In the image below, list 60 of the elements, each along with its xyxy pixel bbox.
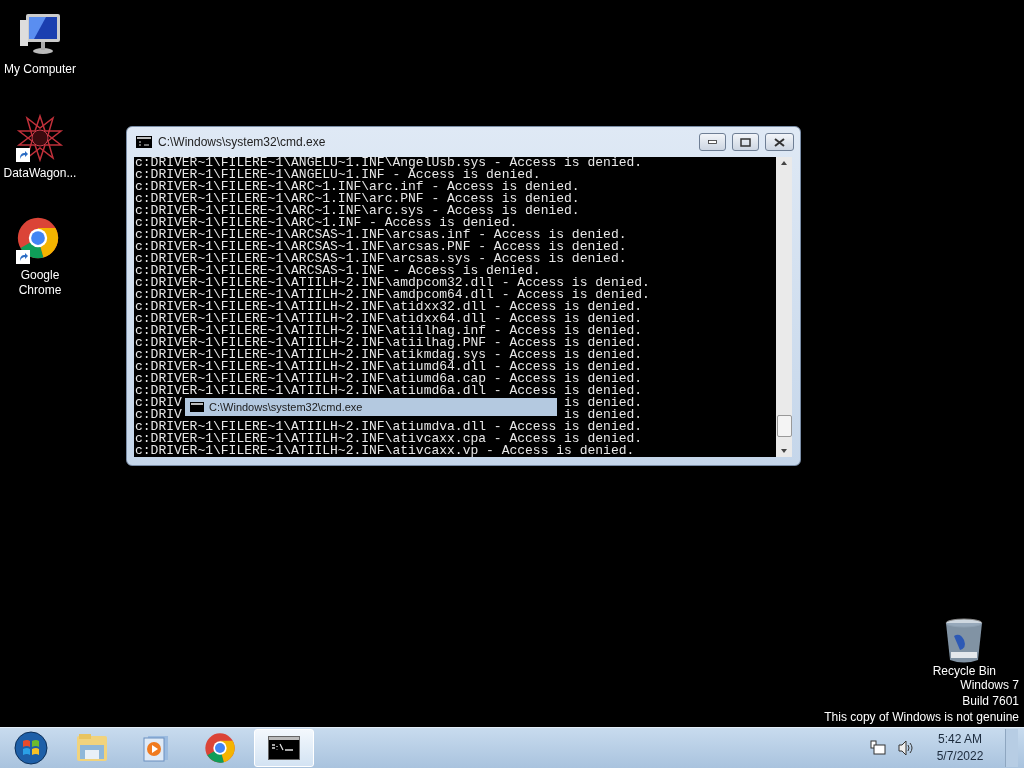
console-line-end: is denied. bbox=[564, 397, 643, 409]
maximize-button[interactable] bbox=[732, 133, 759, 151]
console-line: c:DRIVER~1\FILERE~1\ATIILH~2.INF\ativcaxx.vp - Access is denied. bbox=[135, 445, 636, 457]
window-title: C:\Windows\system32\cmd.exe bbox=[158, 135, 327, 149]
console-line: c:DRIVER~1\FILERE~1\ATIILH~2.INF\atiumd6a.cap - Access is denied. bbox=[135, 373, 644, 385]
console-line: c:DRIVER~1\FILERE~1\ARC~1.INF\arc.sys - Access is denied. bbox=[135, 205, 581, 217]
clock[interactable]: 5:42 AM 5/7/2022 bbox=[925, 731, 995, 765]
media-player-icon bbox=[141, 733, 171, 763]
speaker-icon[interactable] bbox=[897, 739, 915, 757]
console-line: c:DRIVER~1\FILERE~1\ARC~1.INF\arc.PNF - Access is denied. bbox=[135, 193, 581, 205]
star-logo-icon bbox=[16, 114, 64, 162]
console-icon bbox=[136, 136, 152, 148]
console-line: c:DRIVER~1\FILERE~1\ANGELU~1.INF\AngelUsb.sys - Access is denied. bbox=[135, 157, 644, 169]
console-line: c:DRIVER~1\FILERE~1\ATIILH~2.INF\atiumd64.dll - Access is denied. bbox=[135, 361, 644, 373]
console-line: c:DRIVER~1\FILERE~1\ATIILH~2.INF\atiilhag.PNF - Access is denied. bbox=[135, 337, 644, 349]
network-icon[interactable] bbox=[869, 739, 887, 757]
chrome-icon bbox=[16, 216, 60, 260]
console-line: c:DRIVER~1\FILERE~1\ARCSAS~1.INF\arcsas.PNF - Access is denied. bbox=[135, 241, 628, 253]
chrome-icon bbox=[204, 732, 236, 764]
scroll-thumb[interactable] bbox=[776, 415, 792, 437]
console-line: c:DRIVER~1\FILERE~1\ATIILH~2.INF\amdpcom32.dll - Access is denied. bbox=[135, 277, 651, 289]
taskbar-button[interactable] bbox=[254, 729, 314, 767]
console-line-start: c:DRIV bbox=[135, 397, 182, 409]
clock-time: 5:42 AM bbox=[938, 731, 982, 748]
console-line: c:DRIVER~1\FILERE~1\ATIILH~2.INF\atikmdag.sys - Access is denied. bbox=[135, 349, 644, 361]
desktop-icon-label[interactable]: My Computer bbox=[4, 62, 76, 77]
console-line: c:DRIVER~1\FILERE~1\ARC~1.INF\arc.inf - Access is denied. bbox=[135, 181, 581, 193]
start-orb-icon bbox=[14, 731, 48, 765]
maximize-icon bbox=[740, 137, 751, 147]
desktop-icon-label[interactable]: Recycle Bin bbox=[932, 664, 996, 679]
console-line: c:DRIVER~1\FILERE~1\ATIILH~2.INF\ativcaxx.cpa - Access is denied. bbox=[135, 433, 644, 445]
close-button[interactable] bbox=[765, 133, 794, 151]
console-line: c:DRIVER~1\FILERE~1\ATIILH~2.INF\atiumd6a.dll - Access is denied. bbox=[135, 385, 644, 397]
console-line: c:DRIVER~1\FILERE~1\ARCSAS~1.INF\arcsas.inf - Access is denied. bbox=[135, 229, 628, 241]
console-line: c:DRIVER~1\FILERE~1\ANGELU~1.INF - Access is denied. bbox=[135, 169, 541, 181]
console-line: c:DRIVER~1\FILERE~1\ARCSAS~1.INF\arcsas.sys - Access is denied. bbox=[135, 253, 628, 265]
console-line: c:DRIVER~1\FILERE~1\ARCSAS~1.INF - Access is denied. bbox=[135, 265, 541, 277]
vertical-scrollbar[interactable] bbox=[776, 157, 792, 457]
command-prompt-icon bbox=[268, 736, 300, 760]
console-line: c:DRIVER~1\FILERE~1\ATIILH~2.INF\atiilhag.inf - Access is denied. bbox=[135, 325, 644, 337]
desktop-icon-label[interactable]: Google Chrome bbox=[1, 268, 79, 298]
ghost-title: C:\Windows\system32\cmd.exe bbox=[209, 401, 363, 413]
recycle-bin-icon bbox=[944, 618, 985, 664]
folder-icon bbox=[76, 733, 108, 763]
minimize-icon bbox=[708, 140, 717, 144]
activation-notice: This copy of Windows is not genuine bbox=[824, 709, 1019, 725]
close-icon bbox=[774, 137, 785, 147]
activation-notice: Windows 7 bbox=[960, 678, 1019, 693]
minimize-button[interactable] bbox=[699, 133, 726, 151]
clock-date: 5/7/2022 bbox=[936, 748, 984, 765]
desktop-icon-label[interactable]: DataWagon... bbox=[3, 166, 77, 181]
console-line: c:DRIVER~1\FILERE~1\ARC~1.INF - Access is denied. bbox=[135, 217, 518, 229]
console-line: c:DRIVER~1\FILERE~1\ATIILH~2.INF\atidxx64.dll - Access is denied. bbox=[135, 313, 644, 325]
console-line: c:DRIVER~1\FILERE~1\ATIILH~2.INF\amdpcom64.dll - Access is denied. bbox=[135, 289, 651, 301]
console-line-start: c:DRIV bbox=[135, 409, 182, 421]
console-line: c:DRIVER~1\FILERE~1\ATIILH~2.INF\atiumdva.dll - Access is denied. bbox=[135, 421, 644, 433]
console-icon bbox=[190, 402, 204, 412]
console-line: c:DRIVER~1\FILERE~1\ATIILH~2.INF\atidxx32.dll - Access is denied. bbox=[135, 301, 644, 313]
activation-notice: Build 7601 bbox=[962, 693, 1019, 709]
console-line-end: is denied. bbox=[564, 409, 643, 421]
